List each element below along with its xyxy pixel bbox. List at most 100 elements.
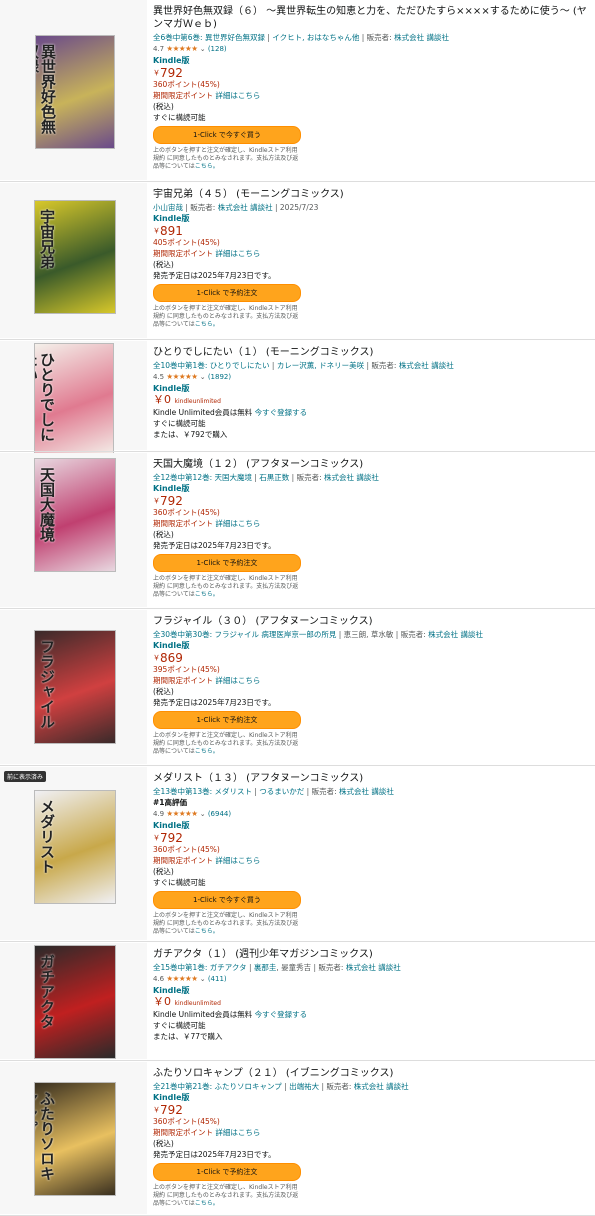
byline-link[interactable]: 株式会社 講談社 (324, 473, 379, 482)
byline-link[interactable]: 株式会社 講談社 (339, 787, 394, 796)
details-link[interactable]: 詳細はこちら (215, 676, 260, 685)
byline-link[interactable]: カレー沢薫, ドネリー美咲 (277, 361, 364, 370)
byline-link[interactable]: 小山宙哉 (153, 203, 183, 212)
one-click-button[interactable]: 1-Click で今すぐ買う (153, 126, 301, 144)
details-link[interactable]: 詳細はこちら (215, 856, 260, 865)
price[interactable]: ￥869 (153, 651, 593, 665)
book-title-link[interactable]: 宇宙兄弟（４５） (モーニングコミックス) (153, 188, 593, 201)
format-link[interactable]: Kindle版 (153, 985, 593, 996)
price[interactable]: ￥0 kindleunlimited (153, 394, 593, 407)
byline-link[interactable]: 出端祐大 (289, 1082, 319, 1091)
chevron-down-icon[interactable]: ⌄ (198, 810, 208, 818)
format-link[interactable]: Kindle版 (153, 1092, 593, 1103)
byline-link[interactable]: イクヒト, おはなちゃん他 (272, 33, 359, 42)
format-link[interactable]: Kindle版 (153, 55, 593, 66)
format-link[interactable]: Kindle版 (153, 213, 593, 224)
byline-link[interactable]: 全15巻中第1巻: ガチアクタ (153, 963, 247, 972)
details-link[interactable]: 詳細はこちら (215, 91, 260, 100)
terms-link[interactable]: こちら。 (195, 748, 219, 755)
terms-text: 上のボタンを押すと注文が確定し、Kindleストア利用規約 に同意したものとみな… (153, 912, 299, 935)
details-link[interactable]: 詳細はこちら (215, 249, 260, 258)
book-title-link[interactable]: メダリスト（１３） (アフタヌーンコミックス) (153, 772, 593, 785)
terms-link[interactable]: こちら。 (195, 928, 219, 935)
book-title-link[interactable]: 天国大魔境（１２） (アフタヌーンコミックス) (153, 458, 593, 471)
review-count-link[interactable]: (411) (208, 975, 227, 983)
byline-link[interactable]: つるまいかだ (259, 787, 304, 796)
rating-row[interactable]: 4.7 ★★★★★ ⌄ (128) (153, 43, 593, 55)
price[interactable]: ￥792 (153, 494, 593, 508)
price[interactable]: ￥792 (153, 66, 593, 80)
points: 360ポイント(45%) (153, 1117, 220, 1126)
terms-link[interactable]: こちら。 (195, 1200, 219, 1207)
price[interactable]: ￥891 (153, 224, 593, 238)
one-click-button[interactable]: 1-Click で予約注文 (153, 711, 301, 729)
terms-link[interactable]: こちら。 (195, 321, 219, 328)
byline-link[interactable]: 全30巻中第30巻: フラジャイル 病理医岸京一郎の所見 (153, 630, 336, 639)
byline-link[interactable]: 株式会社 講談社 (399, 361, 454, 370)
byline-link[interactable]: 株式会社 講談社 (346, 963, 401, 972)
rating-row[interactable]: 4.9 ★★★★★ ⌄ (6944) (153, 808, 593, 820)
byline-link[interactable]: 全12巻中第12巻: 天国大魔境 (153, 473, 252, 482)
points: 360ポイント(45%) (153, 845, 220, 854)
format-link[interactable]: Kindle版 (153, 640, 593, 651)
chevron-down-icon[interactable]: ⌄ (198, 373, 208, 381)
tax-included: (税込) (153, 530, 174, 539)
or-buy-price[interactable]: または、￥77で購入 (153, 1031, 593, 1042)
rating-row[interactable]: 4.5 ★★★★★ ⌄ (1892) (153, 371, 593, 383)
one-click-button[interactable]: 1-Click で予約注文 (153, 1163, 301, 1181)
purchase-terms-note: 上のボタンを押すと注文が確定し、Kindleストア利用規約 に同意したものとみな… (153, 912, 303, 936)
byline-link[interactable]: 全13巻中第13巻: メダリスト (153, 787, 252, 796)
byline-link[interactable]: 全21巻中第21巻: ふたりソロキャンプ (153, 1082, 282, 1091)
rating-row[interactable]: 4.6 ★★★★★ ⌄ (411) (153, 973, 593, 985)
ku-signup-link[interactable]: 今すぐ登録する (255, 408, 308, 417)
byline-text: | 販売者: (183, 203, 218, 212)
or-buy-price[interactable]: または、￥792で購入 (153, 429, 593, 440)
byline-link[interactable]: 株式会社 講談社 (354, 1082, 409, 1091)
review-count-link[interactable]: (6944) (208, 810, 231, 818)
review-count-link[interactable]: (1892) (208, 373, 231, 381)
limited-points-label: 期間限定ポイント (153, 519, 213, 528)
price[interactable]: ￥792 (153, 831, 593, 845)
one-click-button[interactable]: 1-Click で予約注文 (153, 554, 301, 572)
chevron-down-icon[interactable]: ⌄ (198, 975, 208, 983)
byline-link[interactable]: 石黒正数 (259, 473, 289, 482)
price[interactable]: ￥0 kindleunlimited (153, 996, 593, 1009)
book-cover-image[interactable]: ガチアクタ (34, 945, 116, 1059)
byline-link[interactable]: 裏那圭 (254, 963, 277, 972)
book-cover-image[interactable]: 宇宙兄弟 (34, 200, 116, 314)
book-cover-image[interactable]: ふたりソロキャンプ (34, 1082, 116, 1196)
details-link[interactable]: 詳細はこちら (215, 519, 260, 528)
one-click-button[interactable]: 1-Click で予約注文 (153, 284, 301, 302)
review-count-link[interactable]: (128) (208, 45, 227, 53)
book-title-link[interactable]: フラジャイル（３０） (アフタヌーンコミックス) (153, 615, 593, 628)
format-link[interactable]: Kindle版 (153, 483, 593, 494)
format-link[interactable]: Kindle版 (153, 383, 593, 394)
byline-link[interactable]: 全10巻中第1巻: ひとりでしにたい (153, 361, 270, 370)
book-cover-image[interactable]: 天国大魔境 (34, 458, 116, 572)
limited-points: 期間限定ポイント 詳細はこちら (153, 90, 593, 101)
currency-symbol: ￥ (153, 834, 160, 842)
details-link[interactable]: 詳細はこちら (215, 1128, 260, 1137)
byline: 全13巻中第13巻: メダリスト | つるまいかだ | 販売者: 株式会社 講談… (153, 786, 593, 797)
book-cover-image[interactable]: メダリスト (34, 790, 116, 904)
byline-link[interactable]: 株式会社 講談社 (394, 33, 449, 42)
one-click-button[interactable]: 1-Click で今すぐ買う (153, 891, 301, 909)
book-cover-image[interactable]: 異世界好色無双録 (35, 35, 115, 149)
book-title-link[interactable]: ふたりソロキャンプ（２１） (イブニングコミックス) (153, 1067, 593, 1080)
byline-link[interactable]: 株式会社 講談社 (218, 203, 273, 212)
book-title-link[interactable]: ひとりでしにたい（１） (モーニングコミックス) (153, 346, 593, 359)
byline-link[interactable]: 全6巻中第6巻: 異世界好色無双録 (153, 33, 265, 42)
price[interactable]: ￥792 (153, 1103, 593, 1117)
ku-signup-link[interactable]: 今すぐ登録する (255, 1010, 308, 1019)
format-link[interactable]: Kindle版 (153, 820, 593, 831)
chevron-down-icon[interactable]: ⌄ (198, 45, 208, 53)
cover-title-art: 天国大魔境 (38, 467, 56, 542)
book-cover-image[interactable]: ひとりでしにたい (34, 343, 114, 457)
byline-link[interactable]: 株式会社 講談社 (428, 630, 483, 639)
book-title-link[interactable]: 異世界好色無双録（６） 〜異世界転生の知恵と力を、ただひたすら××××するために… (153, 5, 593, 31)
terms-link[interactable]: こちら。 (195, 591, 219, 598)
book-title-link[interactable]: ガチアクタ（１） (週刊少年マガジンコミックス) (153, 948, 593, 961)
divider (0, 181, 595, 182)
book-cover-image[interactable]: フラジャイル (34, 630, 116, 744)
terms-link[interactable]: こちら。 (195, 163, 219, 170)
